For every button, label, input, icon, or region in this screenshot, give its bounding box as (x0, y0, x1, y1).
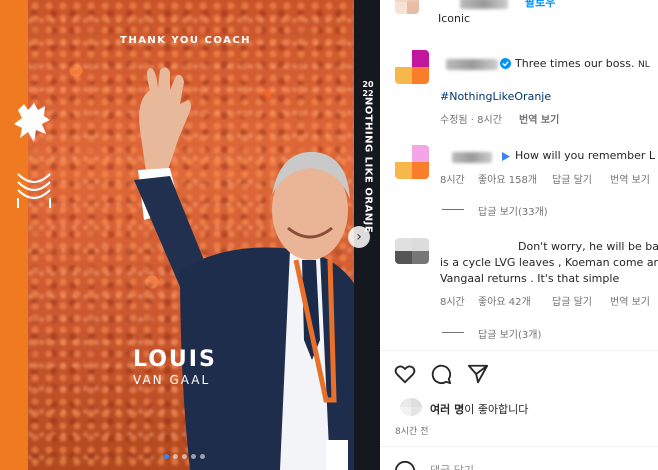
follow-button[interactable]: 팔로우 (525, 0, 555, 10)
liker-avatar[interactable] (400, 398, 422, 416)
reply-link[interactable]: 답글 달기 (552, 171, 592, 186)
actions-divider (380, 350, 658, 351)
comment-text-line3: Vangaal returns . It's that simple (440, 272, 620, 285)
comment-time: 8시간 (440, 297, 465, 308)
replies-divider (442, 209, 464, 210)
carousel-dot-active (164, 454, 169, 459)
avatar-partial[interactable] (395, 0, 419, 14)
post-image[interactable]: THANK YOU COACH LOUIS VAN GAAL 20 22 NOT… (0, 0, 380, 470)
blurred-username[interactable] (446, 59, 498, 70)
comments-panel: 팔로우 Iconic Three times our boss. NL #Not… (380, 0, 658, 470)
translate-link[interactable]: 번역 보기 (610, 171, 650, 186)
orange-side-bar (0, 0, 28, 470)
blurred-username[interactable] (452, 152, 492, 163)
share-icon[interactable] (467, 363, 489, 385)
commenter-avatar[interactable] (395, 50, 429, 84)
view-replies-link[interactable]: 답글 보기(33개) (478, 203, 548, 218)
knvb-wave-logo (17, 173, 51, 208)
input-divider (380, 446, 658, 447)
commenter-avatar[interactable] (395, 145, 429, 179)
reply-link[interactable]: 답글 달기 (552, 293, 592, 308)
name-first: LOUIS (133, 347, 217, 372)
knvb-lion-logo (14, 103, 50, 142)
comment-text-line2: is a cycle LVG leaves , Koeman come an (440, 256, 658, 269)
likes-summary[interactable]: 여러 명이 좋아합니다 (430, 401, 528, 417)
translate-link[interactable]: 번역 보기 (519, 111, 559, 126)
comment-text: Three times our boss. NL (515, 57, 650, 70)
replies-divider (442, 332, 464, 333)
comment-input[interactable]: 댓글 달기... (430, 462, 484, 470)
blurred-username (460, 0, 508, 9)
hashtag-link[interactable]: #NothingLikeOranje (440, 90, 551, 103)
comment-icon[interactable] (430, 363, 452, 385)
carousel-dot (173, 454, 178, 459)
verified-badge-icon (500, 58, 511, 69)
comment-time: 수정됨 · 8시간 (440, 115, 502, 126)
commenter-avatar[interactable] (395, 238, 429, 264)
side-year: 20 22 (362, 80, 374, 98)
instagram-post-view: THANK YOU COACH LOUIS VAN GAAL 20 22 NOT… (0, 0, 658, 470)
side-slogan: NOTHING LIKE ORANJE (362, 96, 374, 234)
thank-you-text: THANK YOU COACH (120, 35, 252, 46)
next-slide-button[interactable]: › (348, 226, 370, 248)
carousel-dot (182, 454, 187, 459)
comment-time: 8시간 (440, 175, 465, 186)
name-last: VAN GAAL (133, 373, 211, 387)
emoji-picker-icon[interactable] (394, 460, 416, 470)
emoji-icon (502, 152, 510, 161)
carousel-dots (164, 454, 205, 459)
view-replies-link[interactable]: 답글 보기(3개) (478, 326, 541, 341)
heart-icon[interactable] (394, 363, 416, 385)
iconic-label: Iconic (438, 12, 471, 25)
comment-text: How will you remember L (515, 149, 656, 162)
likes-count[interactable]: 좋아요 158개 (478, 171, 537, 186)
carousel-dot (200, 454, 205, 459)
likes-count[interactable]: 좋아요 42개 (478, 293, 531, 308)
comment-text-line1: Don't worry, he will be ba (518, 240, 658, 253)
post-time: 8시간 전 (395, 427, 429, 437)
coach-figure (134, 67, 380, 470)
carousel-dot (191, 454, 196, 459)
translate-link[interactable]: 번역 보기 (610, 293, 650, 308)
